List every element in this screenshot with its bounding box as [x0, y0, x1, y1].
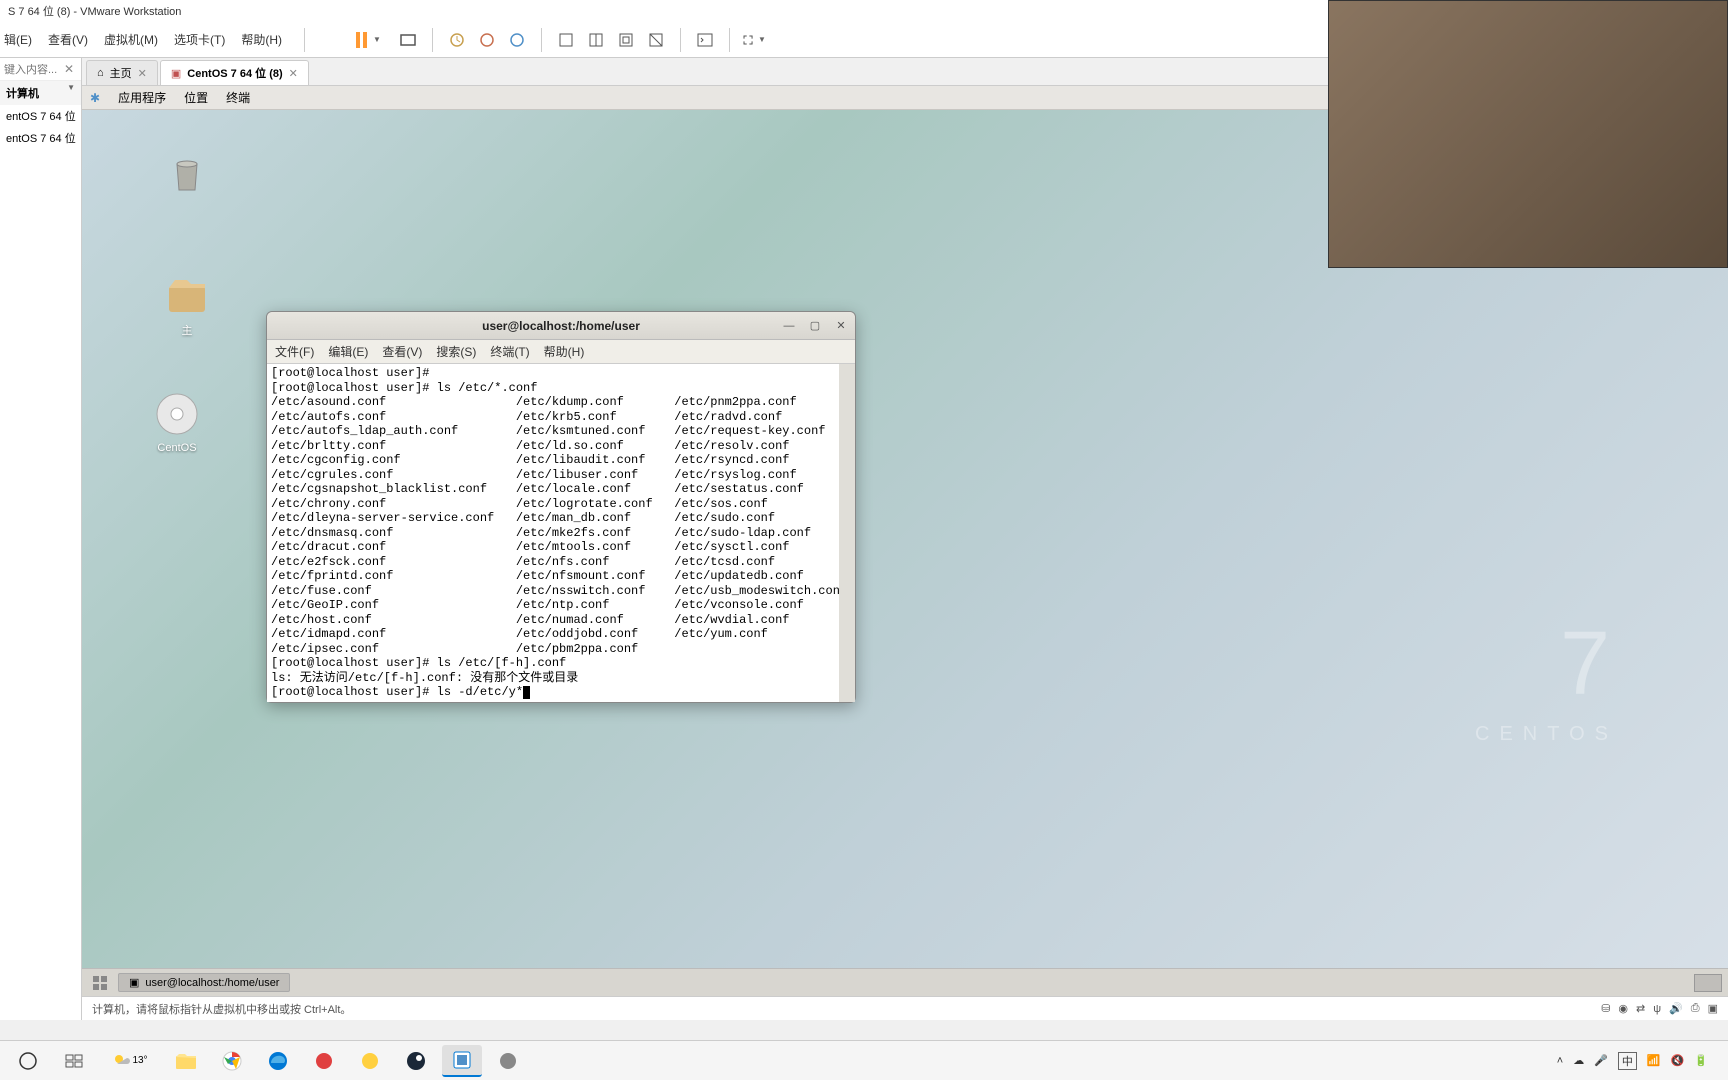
snapshot-icon[interactable]	[445, 28, 469, 52]
guest-menu-places[interactable]: 位置	[184, 89, 208, 106]
desktop-trash-icon[interactable]	[152, 150, 222, 202]
guest-menu-terminal[interactable]: 终端	[226, 89, 250, 106]
system-tray: ˄ ☁ 🎤 中 📶 🔇 🔋	[1557, 1052, 1720, 1070]
file-explorer-icon[interactable]	[166, 1045, 206, 1077]
view-split-icon[interactable]	[584, 28, 608, 52]
library-sidebar: ✕ ▼ 计算机 entOS 7 64 位 entOS 7 64 位	[0, 58, 82, 1020]
terminal-title: user@localhost:/home/user	[482, 319, 640, 333]
view-unity-icon[interactable]	[614, 28, 638, 52]
tray-volume-icon[interactable]: 🔇	[1671, 1054, 1685, 1067]
menu-vm[interactable]: 虚拟机(M)	[104, 31, 158, 48]
tray-chevron-icon[interactable]: ˄	[1557, 1055, 1563, 1067]
snapshot-manager-icon[interactable]	[505, 28, 529, 52]
term-menu-terminal[interactable]: 终端(T)	[490, 343, 529, 360]
separator	[304, 28, 305, 52]
app-icon[interactable]	[350, 1045, 390, 1077]
snapshot-revert-icon[interactable]	[475, 28, 499, 52]
icon-label: CentOS	[157, 442, 196, 454]
vmware-icon[interactable]	[442, 1045, 482, 1077]
console-icon[interactable]	[693, 28, 717, 52]
tab-label: CentOS 7 64 位 (8)	[187, 65, 282, 81]
menu-help[interactable]: 帮助(H)	[241, 31, 282, 48]
centos-logo-number: 7	[1560, 613, 1618, 716]
minimize-icon[interactable]: —	[781, 318, 797, 334]
close-icon[interactable]: ✕	[289, 67, 298, 80]
term-menu-file[interactable]: 文件(F)	[275, 343, 314, 360]
term-menu-edit[interactable]: 编辑(E)	[328, 343, 368, 360]
task-view-icon[interactable]	[54, 1045, 94, 1077]
device-printer-icon[interactable]: ⎙	[1691, 1002, 1700, 1015]
terminal-body[interactable]: [root@localhost user]# [root@localhost u…	[267, 364, 855, 702]
term-menu-view[interactable]: 查看(V)	[382, 343, 422, 360]
centos-logo-text: CENTOS	[1475, 723, 1618, 746]
tray-mic-icon[interactable]: 🎤	[1594, 1054, 1608, 1067]
device-hdd-icon[interactable]: ⛁	[1601, 1002, 1610, 1015]
tray-onedrive-icon[interactable]: ☁	[1573, 1054, 1584, 1067]
device-cd-icon[interactable]: ◉	[1618, 1002, 1628, 1015]
device-usb-icon[interactable]: ψ	[1653, 1003, 1661, 1015]
show-desktop-icon[interactable]	[88, 971, 112, 995]
tab-home[interactable]: ⌂ 主页 ✕	[86, 60, 158, 85]
tray-wifi-icon[interactable]: 📶	[1647, 1054, 1661, 1067]
tab-label: 主页	[110, 65, 132, 81]
tray-battery-icon[interactable]: 🔋	[1694, 1054, 1708, 1067]
tab-vm[interactable]: ▣ CentOS 7 64 位 (8) ✕	[160, 60, 309, 85]
pause-icon	[356, 32, 367, 48]
device-display-icon[interactable]: ▣	[1708, 1002, 1718, 1015]
icon-label: 主	[182, 325, 193, 337]
edge-icon[interactable]	[258, 1045, 298, 1077]
webcam-overlay	[1328, 0, 1728, 268]
close-icon[interactable]: ✕	[138, 67, 147, 80]
workspace-switcher[interactable]	[1694, 974, 1722, 992]
maximize-icon[interactable]: ▢	[807, 318, 823, 334]
separator	[729, 28, 730, 52]
device-net-icon[interactable]: ⇄	[1636, 1002, 1645, 1015]
app-icon[interactable]	[488, 1045, 528, 1077]
pause-button[interactable]: ▼	[347, 27, 390, 53]
separator	[541, 28, 542, 52]
close-sidebar-icon[interactable]: ✕	[61, 62, 77, 78]
weather-temp: 13°	[132, 1055, 147, 1066]
home-icon: ⌂	[97, 67, 104, 79]
app-icon[interactable]	[304, 1045, 344, 1077]
tray-ime[interactable]: 中	[1618, 1052, 1637, 1070]
chevron-down-icon[interactable]: ▼	[373, 35, 381, 44]
guest-taskbar: ▣ user@localhost:/home/user	[82, 968, 1728, 996]
device-sound-icon[interactable]: 🔊	[1669, 1002, 1683, 1015]
terminal-icon: ▣	[129, 976, 139, 989]
terminal-titlebar[interactable]: user@localhost:/home/user — ▢ ✕	[267, 312, 855, 340]
view-exclusive-icon[interactable]	[644, 28, 668, 52]
vm-list-item[interactable]: entOS 7 64 位	[0, 105, 81, 127]
term-menu-search[interactable]: 搜索(S)	[436, 343, 476, 360]
weather-widget[interactable]: 13°	[100, 1045, 160, 1077]
taskbar-terminal-item[interactable]: ▣ user@localhost:/home/user	[118, 973, 290, 992]
desktop-disc-icon[interactable]: CentOS	[142, 390, 212, 454]
chrome-icon[interactable]	[212, 1045, 252, 1077]
send-ctrl-alt-del-icon[interactable]	[396, 28, 420, 52]
menu-view[interactable]: 查看(V)	[48, 31, 88, 48]
taskbar-item-label: user@localhost:/home/user	[145, 977, 279, 989]
app-title: S 7 64 位 (8) - VMware Workstation	[8, 3, 181, 19]
terminal-window[interactable]: user@localhost:/home/user — ▢ ✕ 文件(F) 编辑…	[266, 311, 856, 703]
host-taskbar: 13° ˄ ☁ 🎤 中 📶 🔇 🔋	[0, 1040, 1728, 1080]
chevron-down-icon[interactable]: ▼	[67, 83, 75, 92]
start-button[interactable]	[8, 1045, 48, 1077]
apps-icon: ✱	[90, 91, 100, 105]
desktop-home-icon[interactable]: 主	[152, 270, 222, 338]
steam-icon[interactable]	[396, 1045, 436, 1077]
menu-tabs[interactable]: 选项卡(T)	[174, 31, 225, 48]
term-menu-help[interactable]: 帮助(H)	[544, 343, 585, 360]
status-hint: 计算机，请将鼠标指针从虚拟机中移出或按 Ctrl+Alt。	[92, 1001, 351, 1017]
separator	[680, 28, 681, 52]
close-icon[interactable]: ✕	[833, 318, 849, 334]
vm-list-item[interactable]: entOS 7 64 位	[0, 127, 81, 149]
guest-menu-applications[interactable]: 应用程序	[118, 89, 166, 106]
terminal-menubar: 文件(F) 编辑(E) 查看(V) 搜索(S) 终端(T) 帮助(H)	[267, 340, 855, 364]
fullscreen-icon[interactable]: ▼	[742, 28, 766, 52]
vm-icon: ▣	[171, 67, 181, 80]
vmware-statusbar: 计算机，请将鼠标指针从虚拟机中移出或按 Ctrl+Alt。 ⛁ ◉ ⇄ ψ 🔊 …	[82, 996, 1728, 1020]
view-single-icon[interactable]	[554, 28, 578, 52]
menu-edit[interactable]: 辑(E)	[4, 31, 32, 48]
separator	[432, 28, 433, 52]
